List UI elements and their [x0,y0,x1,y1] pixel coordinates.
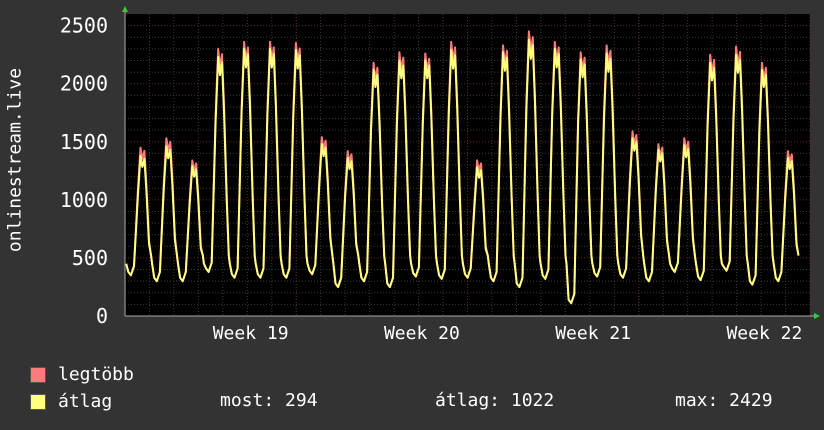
legend-swatch-avg [30,393,46,410]
stat-maximum: max: 2429 [675,390,773,411]
x-tick-label: Week 20 [384,323,460,344]
x-tick-label: Week 21 [555,323,631,344]
y-tick-label: 2000 [60,72,108,96]
stat-current: most: 294 [220,390,318,411]
legend-label-max: legtöbb [58,364,134,385]
y-tick-label: 1000 [60,188,108,212]
stat-average: átlag: 1022 [435,390,555,411]
y-tick-label: 500 [72,246,108,270]
y-axis-label: onlinestream.live [4,40,26,280]
legend-item-max: legtöbb [30,364,134,385]
legend-swatch-max [30,366,46,383]
x-tick-label: Week 19 [213,323,289,344]
legend-label-avg: átlag [58,391,113,412]
y-tick-label: 2500 [60,14,108,38]
x-tick-label: Week 22 [726,323,802,344]
y-tick-label: 0 [96,304,108,328]
y-axis-label-text: onlinestream.live [4,67,26,253]
x-axis-arrow [814,313,820,319]
legend-item-avg: átlag [30,391,112,412]
y-axis-arrow [122,6,128,12]
y-tick-label: 1500 [60,130,108,154]
